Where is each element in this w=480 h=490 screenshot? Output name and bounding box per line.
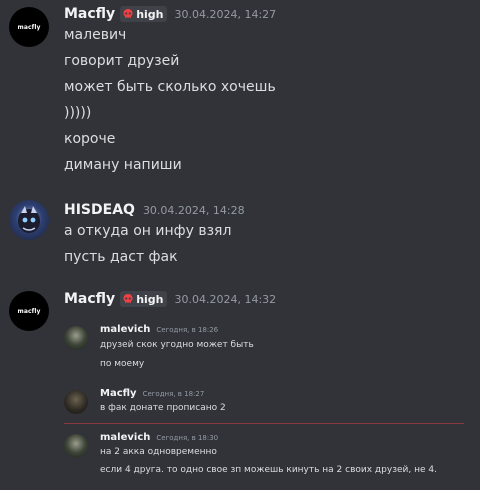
quoted-avatar <box>64 434 88 458</box>
message-header: Macfly high 30.04.2024, 14:32 <box>64 289 276 309</box>
quoted-avatar <box>64 326 88 350</box>
message-header: HISDEAQ 30.04.2024, 14:28 <box>64 200 245 220</box>
message-text: может быть сколько хочешь <box>64 79 276 95</box>
quoted-username: malevich <box>100 324 151 335</box>
username[interactable]: Macfly <box>64 291 115 307</box>
username[interactable]: HISDEAQ <box>64 202 135 218</box>
avatar[interactable] <box>9 200 49 240</box>
avatar-logo-text: macfly <box>17 307 41 315</box>
quoted-text: друзей скок угодно может быть <box>100 340 254 350</box>
quoted-text: в фак донате прописано 2 <box>100 403 226 413</box>
timestamp: 30.04.2024, 14:28 <box>142 203 245 217</box>
username[interactable]: Macfly <box>64 6 115 22</box>
quoted-username: Macfly <box>100 388 137 399</box>
quoted-message: malevich Сегодня, в 18:26 друзей скок уг… <box>64 324 480 372</box>
quoted-timestamp: Сегодня, в 18:27 <box>142 390 205 398</box>
avatar[interactable]: macfly <box>9 291 49 331</box>
message-text: пусть даст фак <box>64 249 178 265</box>
quoted-text: если 4 друга. то одно свое зп можешь кин… <box>100 465 437 475</box>
message-text: малевич <box>64 27 127 43</box>
quoted-message: malevich Сегодня, в 18:30 на 2 акка одно… <box>64 432 480 480</box>
avatar-logo-text: macfly <box>17 23 41 31</box>
tag-label: high <box>136 7 164 21</box>
skull-icon <box>123 9 133 18</box>
quoted-text: по моему <box>100 359 145 369</box>
quoted-timestamp: Сегодня, в 18:30 <box>156 434 219 442</box>
message-text: говорит друзей <box>64 53 180 69</box>
message-text: диману напиши <box>64 157 182 173</box>
quoted-username: malevich <box>100 432 151 443</box>
message-header: Macfly high 30.04.2024, 14:27 <box>64 4 276 24</box>
skull-icon <box>123 294 133 303</box>
avatar-art <box>18 206 40 233</box>
quoted-message: Macfly Сегодня, в 18:27 в фак донате про… <box>64 388 480 418</box>
timestamp: 30.04.2024, 14:27 <box>174 7 277 21</box>
quoted-avatar <box>64 390 88 414</box>
quoted-text: на 2 акка одновременно <box>100 447 217 457</box>
message-text: а откуда он инфу взял <box>64 223 232 239</box>
avatar[interactable]: macfly <box>9 7 49 47</box>
message-text: короче <box>64 131 116 147</box>
new-messages-divider <box>64 423 464 424</box>
role-tag[interactable]: high <box>120 6 167 22</box>
quoted-header: malevich Сегодня, в 18:30 <box>100 432 218 443</box>
quoted-header: Macfly Сегодня, в 18:27 <box>100 388 204 399</box>
quoted-timestamp: Сегодня, в 18:26 <box>156 326 219 334</box>
timestamp: 30.04.2024, 14:32 <box>174 292 277 306</box>
tag-label: high <box>136 292 164 306</box>
role-tag[interactable]: high <box>120 291 167 307</box>
message-text: ))))) <box>64 105 92 121</box>
quoted-header: malevich Сегодня, в 18:26 <box>100 324 218 335</box>
